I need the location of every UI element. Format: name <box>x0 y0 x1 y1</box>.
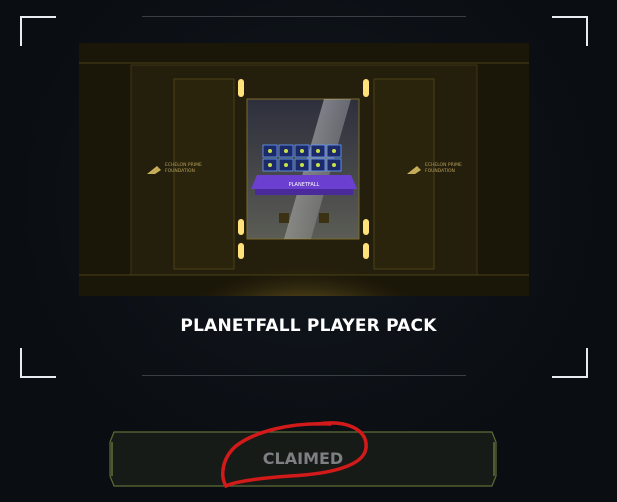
pack-screen-text: PLANETFALL <box>289 182 320 188</box>
foundation-text-right: ECHELON PRIME FOUNDATION <box>425 163 462 174</box>
claimed-label: CLAIMED <box>262 449 344 468</box>
claimed-button[interactable]: CLAIMED <box>108 430 498 488</box>
pack-claim-screen: PLANETFALL ECHELON PRIME FOUNDATION ECHE… <box>0 0 617 502</box>
foundation-text-left: ECHELON PRIME FOUNDATION <box>165 163 202 174</box>
frame-corner-bottom-right <box>552 348 588 378</box>
pack-image: PLANETFALL ECHELON PRIME FOUNDATION ECHE… <box>79 43 529 296</box>
frame-corner-top-right <box>552 16 588 46</box>
frame-bottom-line <box>142 375 466 376</box>
frame-corner-bottom-left <box>20 348 56 378</box>
frame-corner-top-left <box>20 16 56 46</box>
pack-title: PLANETFALL PLAYER PACK <box>180 316 437 336</box>
frame-top-line <box>142 16 466 17</box>
